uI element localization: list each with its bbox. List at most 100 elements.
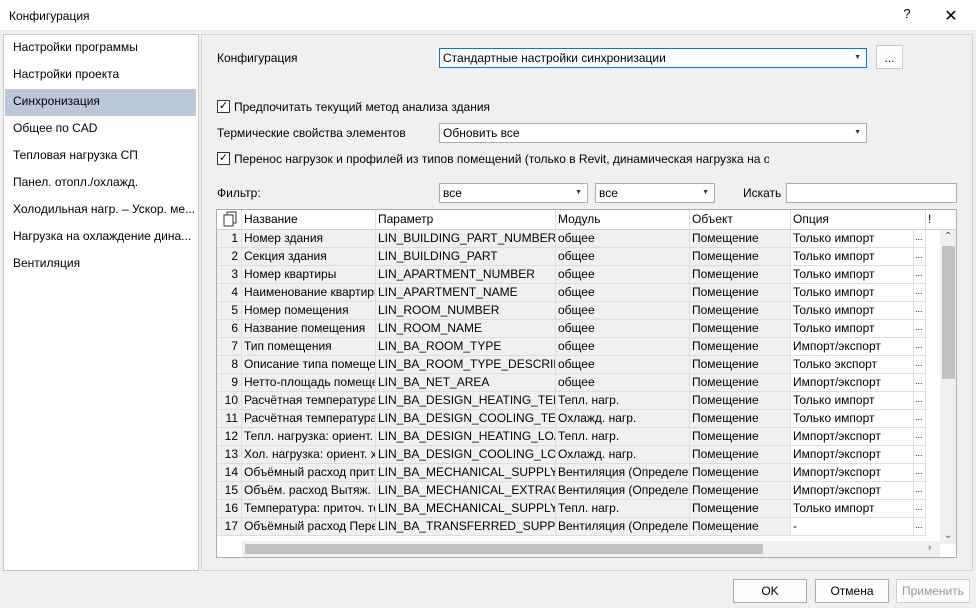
nav-item-cooling-load-dynamic[interactable]: Нагрузка на охлаждение дина... (4, 224, 198, 251)
configuration-browse-button[interactable]: ... (876, 45, 903, 69)
nav-item-panel-heating[interactable]: Панел. отопл./охлажд. (4, 170, 198, 197)
copy-icon[interactable] (217, 210, 242, 230)
transfer-checkbox[interactable]: ✓ (217, 152, 230, 165)
row-number: 8 (217, 356, 242, 374)
cell-object: Помещение (690, 356, 791, 374)
nav-item-synchronization[interactable]: Синхронизация (5, 89, 196, 116)
horizontal-scroll-thumb[interactable] (245, 544, 763, 554)
cell-module: Тепл. нагр. (556, 500, 690, 518)
row-number: 9 (217, 374, 242, 392)
cell-name: Нетто-площадь помеще... (242, 374, 376, 392)
option-ellipsis-button[interactable]: ... (914, 500, 926, 518)
option-ellipsis-button[interactable]: ... (914, 230, 926, 248)
cell-module: Охлажд. нагр. (556, 446, 690, 464)
column-header-flag[interactable]: ! (926, 210, 956, 230)
cell-module: общее (556, 248, 690, 266)
search-label: Искать (743, 186, 782, 200)
option-ellipsis-button[interactable]: ... (914, 428, 926, 446)
filter-value-1: все (443, 186, 462, 200)
cell-name: Тип помещения (242, 338, 376, 356)
filter-select-2[interactable]: все ▼ (595, 183, 715, 203)
cell-option: Только импорт (791, 266, 914, 284)
cell-option: Импорт/экспорт (791, 482, 914, 500)
cell-name: Объёмный расход прит. ... (242, 464, 376, 482)
option-ellipsis-button[interactable]: ... (914, 266, 926, 284)
chevron-down-icon: ▼ (854, 54, 861, 61)
column-header-name[interactable]: Название (242, 210, 376, 230)
nav-item-cooling-load-fast[interactable]: Холодильная нагр. – Ускор. ме... (4, 197, 198, 224)
option-ellipsis-button[interactable]: ... (914, 410, 926, 428)
prefer-current-checkbox[interactable]: ✓ (217, 100, 230, 113)
column-header-parameter[interactable]: Параметр (376, 210, 556, 230)
thermal-label: Термические свойства элементов (217, 126, 406, 140)
column-header-option[interactable]: Опция (791, 210, 926, 230)
cell-module: общее (556, 320, 690, 338)
cell-parameter: LIN_BA_DESIGN_COOLING_TEM... (376, 410, 556, 428)
filter-select-1[interactable]: все ▼ (439, 183, 588, 203)
cell-name: Тепл. нагрузка: ориент. ... (242, 428, 376, 446)
settings-nav: Настройки программы Настройки проекта Си… (3, 34, 199, 571)
row-number: 17 (217, 518, 242, 536)
nav-item-cad-general[interactable]: Общее по CAD (4, 116, 198, 143)
horizontal-scrollbar[interactable]: › (242, 541, 940, 557)
transfer-label: Перенос нагрузок и профилей из типов пом… (234, 152, 769, 166)
apply-button[interactable]: Применить (896, 579, 970, 603)
option-ellipsis-button[interactable]: ... (914, 320, 926, 338)
vertical-scroll-thumb[interactable] (942, 246, 955, 379)
nav-item-program-settings[interactable]: Настройки программы (4, 35, 198, 62)
option-ellipsis-button[interactable]: ... (914, 284, 926, 302)
option-ellipsis-button[interactable]: ... (914, 338, 926, 356)
cell-module: общее (556, 338, 690, 356)
cell-option: Только импорт (791, 230, 914, 248)
cell-module: Вентиляция (Определен... (556, 464, 690, 482)
row-number: 12 (217, 428, 242, 446)
cell-parameter: LIN_BA_TRANSFERRED_SUPPL... (376, 518, 556, 536)
cell-module: общее (556, 230, 690, 248)
nav-item-heat-load[interactable]: Тепловая нагрузка СП (4, 143, 198, 170)
cancel-button[interactable]: Отмена (815, 579, 889, 603)
cell-module: общее (556, 356, 690, 374)
cell-name: Номер здания (242, 230, 376, 248)
option-ellipsis-button[interactable]: ... (914, 392, 926, 410)
cell-module: Тепл. нагр. (556, 392, 690, 410)
scroll-down-icon[interactable]: ⌄ (944, 530, 952, 541)
search-input[interactable] (786, 183, 957, 203)
cell-option: Только импорт (791, 410, 914, 428)
thermal-select[interactable]: Обновить все ▼ (439, 123, 867, 143)
configuration-select[interactable]: Стандартные настройки синхронизации ▼ (439, 48, 867, 68)
option-ellipsis-button[interactable]: ... (914, 518, 926, 536)
column-header-object[interactable]: Объект (690, 210, 791, 230)
help-button[interactable]: ? (900, 6, 914, 24)
option-ellipsis-button[interactable]: ... (914, 374, 926, 392)
option-ellipsis-button[interactable]: ... (914, 482, 926, 500)
cell-name: Номер помещения (242, 302, 376, 320)
option-ellipsis-button[interactable]: ... (914, 248, 926, 266)
cell-parameter: LIN_BA_ROOM_TYPE_DESCRIPT... (376, 356, 556, 374)
option-ellipsis-button[interactable]: ... (914, 464, 926, 482)
cell-parameter: LIN_BUILDING_PART_NUMBER (376, 230, 556, 248)
close-button[interactable]: ✕ (940, 6, 962, 26)
option-ellipsis-button[interactable]: ... (914, 446, 926, 464)
cell-object: Помещение (690, 392, 791, 410)
row-number: 15 (217, 482, 242, 500)
option-ellipsis-button[interactable]: ... (914, 356, 926, 374)
cell-option: Только импорт (791, 392, 914, 410)
scroll-right-icon[interactable]: › (928, 542, 931, 553)
row-number: 13 (217, 446, 242, 464)
cell-name: Расчётная температура ... (242, 392, 376, 410)
cell-option: Импорт/экспорт (791, 464, 914, 482)
cell-parameter: LIN_BA_DESIGN_COOLING_LOA... (376, 446, 556, 464)
cell-object: Помещение (690, 284, 791, 302)
row-number: 7 (217, 338, 242, 356)
nav-item-ventilation[interactable]: Вентиляция (4, 251, 198, 278)
cell-module: Вентиляция (Определен... (556, 482, 690, 500)
scroll-up-icon[interactable]: ⌃ (944, 231, 952, 242)
column-header-module[interactable]: Модуль (556, 210, 690, 230)
check-icon: ✓ (218, 152, 229, 164)
ok-button[interactable]: OK (733, 579, 807, 603)
vertical-scrollbar[interactable]: ⌃ ⌄ (940, 230, 956, 544)
nav-item-project-settings[interactable]: Настройки проекта (4, 62, 198, 89)
option-ellipsis-button[interactable]: ... (914, 302, 926, 320)
cell-parameter: LIN_BUILDING_PART (376, 248, 556, 266)
cell-object: Помещение (690, 410, 791, 428)
